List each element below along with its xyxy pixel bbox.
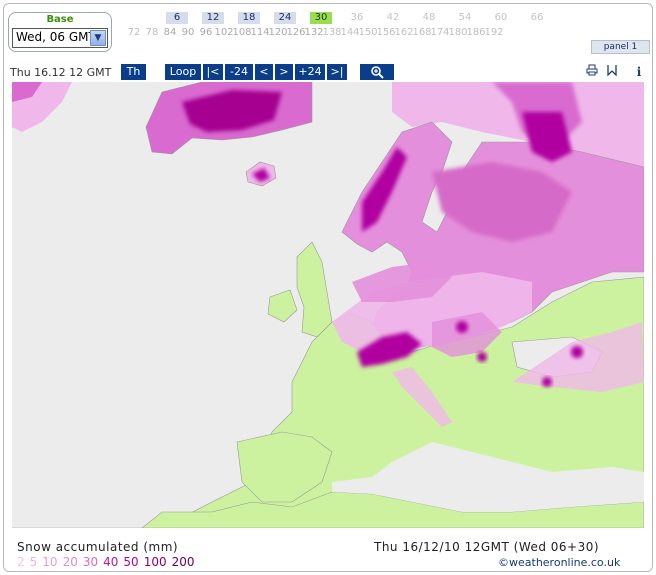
forecast-hour-168: 168: [412, 27, 432, 38]
base-run-select[interactable]: Wed, 06 GMT ▼: [12, 28, 108, 48]
forecast-hour-60: 60: [494, 12, 508, 23]
minus-24h-button[interactable]: -24: [225, 64, 253, 80]
forecast-hour-12[interactable]: 12: [202, 12, 224, 24]
legend-value-20: 20: [62, 555, 78, 569]
legend-value-30: 30: [82, 555, 99, 569]
forecast-hour-102: 102: [214, 27, 234, 38]
forecast-hour-78: 78: [145, 27, 159, 38]
panel-selector-button[interactable]: panel 1: [591, 40, 650, 54]
valid-time-label: Thu 16/12/10 12GMT (Wed 06+30): [374, 540, 600, 554]
print-icon[interactable]: [585, 64, 599, 80]
base-title: Base: [46, 14, 74, 25]
forecast-hour-126: 126: [286, 27, 306, 38]
forecast-hour-96: 96: [199, 27, 213, 38]
forecast-hour-138: 138: [322, 27, 342, 38]
forecast-hour-66: 66: [530, 12, 544, 23]
loop-button[interactable]: Loop: [165, 64, 201, 80]
forecast-hour-114: 114: [250, 27, 270, 38]
forecast-hour-174: 174: [430, 27, 450, 38]
forecast-hour-192: 192: [484, 27, 504, 38]
plus-24h-button[interactable]: +24: [295, 64, 325, 80]
forecast-hour-186: 186: [466, 27, 486, 38]
forecast-hour-48: 48: [422, 12, 436, 23]
europe-map: [12, 82, 644, 528]
magnifier-icon: [371, 66, 384, 79]
forecast-hour-150: 150: [358, 27, 378, 38]
last-frame-button[interactable]: >|: [327, 64, 347, 80]
base-run-value: Wed, 06 GMT: [16, 30, 96, 44]
legend-value-10: 10: [42, 555, 58, 569]
forecast-hour-108: 108: [232, 27, 252, 38]
forecast-hour-132: 132: [304, 27, 324, 38]
base-selector-box: Base Wed, 06 GMT ▼: [8, 12, 112, 52]
forecast-hour-42: 42: [386, 12, 400, 23]
legend-values: 2 5 10 20 30 40 50 100 200: [17, 555, 200, 569]
info-icon[interactable]: i: [632, 64, 646, 80]
legend-value-50: 50: [123, 555, 139, 569]
forecast-hour-144: 144: [340, 27, 360, 38]
forecast-hour-120: 120: [268, 27, 288, 38]
legend-value-40: 40: [103, 555, 119, 569]
day-button[interactable]: Th: [121, 64, 146, 80]
forecast-hour-54: 54: [458, 12, 472, 23]
bookmark-icon-glyph: [607, 65, 617, 77]
chevron-down-icon[interactable]: ▼: [90, 30, 106, 46]
legend-value-100: 100: [143, 555, 167, 569]
legend-value-5: 5: [29, 555, 38, 569]
legend-title: Snow accumulated (mm): [17, 540, 179, 554]
forecast-hour-90: 90: [181, 27, 195, 38]
forecast-hour-180: 180: [448, 27, 468, 38]
previous-frame-button[interactable]: <: [255, 64, 273, 80]
current-date-label: Thu 16.12 12 GMT: [10, 66, 112, 79]
forecast-hour-30[interactable]: 30: [310, 12, 332, 24]
forecast-hour-162: 162: [394, 27, 414, 38]
legend-value-200: 200: [171, 555, 195, 569]
next-frame-button[interactable]: >: [275, 64, 293, 80]
credit-link[interactable]: ©weatheronline.co.uk: [498, 556, 620, 569]
print-icon-glyph: [586, 64, 598, 76]
snow-forecast-map[interactable]: [12, 82, 644, 528]
zoom-button[interactable]: [360, 64, 394, 80]
forecast-hour-156: 156: [376, 27, 396, 38]
forecast-hour-6[interactable]: 6: [166, 12, 188, 24]
forecast-hour-36: 36: [350, 12, 364, 23]
first-frame-button[interactable]: |<: [203, 64, 223, 80]
forecast-hour-84: 84: [163, 27, 177, 38]
forecast-hour-24[interactable]: 24: [274, 12, 296, 24]
forecast-hour-72: 72: [127, 27, 141, 38]
forecast-hour-18[interactable]: 18: [238, 12, 260, 24]
bookmark-icon[interactable]: [605, 64, 619, 80]
legend-value-2: 2: [17, 555, 25, 569]
